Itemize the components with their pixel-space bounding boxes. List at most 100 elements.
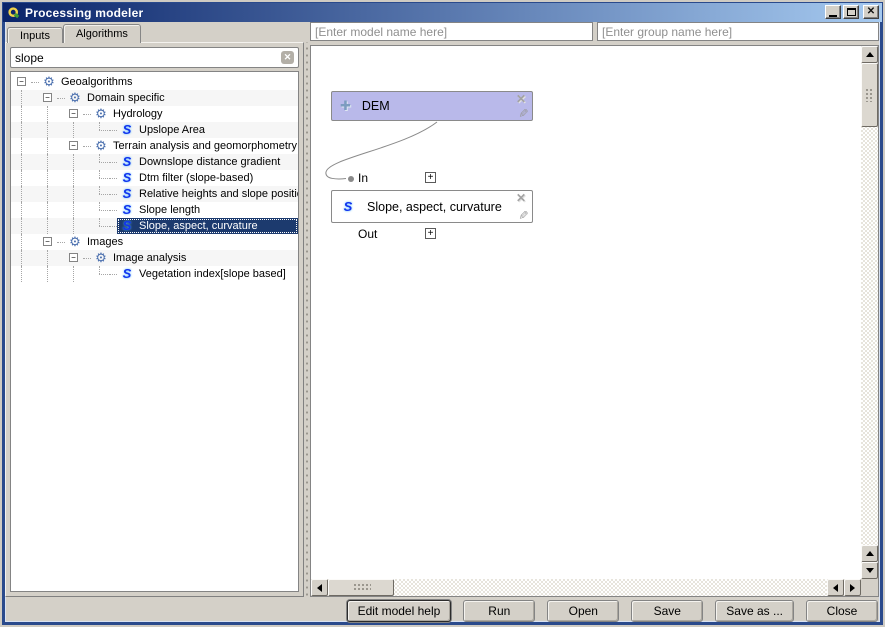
tree-leaf-connector [95,266,109,282]
tree-item-image-analysis[interactable]: − ⚙Image analysis [11,250,298,266]
tree-item-relative-heights-and-slope-positions[interactable]: SRelative heights and slope positions [11,186,298,202]
tree-item-content[interactable]: ⚙ Terrain analysis and geomorphometry [91,138,298,154]
in-port-expand-button[interactable]: + [425,172,436,183]
tree-item-label: Terrain analysis and geomorphometry [113,140,297,152]
tree-item-downslope-distance-gradient[interactable]: SDownslope distance gradient [11,154,298,170]
arrow-left-icon [833,584,838,592]
tree-item-content[interactable]: SDtm filter (slope-based) [117,170,298,186]
tree-item-content[interactable]: SUpslope Area [117,122,298,138]
collapse-toggle-icon[interactable]: − [69,253,78,262]
scroll-up-button[interactable] [861,46,878,63]
clear-search-icon[interactable]: ✕ [281,51,294,64]
close-icon: ✕ [867,7,875,17]
title-bar[interactable]: Processing modeler ✕ [3,3,882,22]
tree-item-content[interactable]: ⚙Image analysis [91,250,298,266]
tree-item-content[interactable]: S Slope, aspect, curvature [117,218,298,234]
tree-item-geoalgorithms[interactable]: − ⚙Geoalgorithms [11,74,298,90]
save-as-button[interactable]: Save as ... [715,600,794,622]
close-button[interactable]: ✕ [863,5,879,19]
scroll-up-button-bottom[interactable] [861,545,878,562]
tree-item-label: Slope, aspect, curvature [139,220,258,232]
gear-icon: ⚙ [67,91,83,105]
tree-item-slope-length[interactable]: SSlope length [11,202,298,218]
tree-item-slope-aspect-curvature[interactable]: S Slope, aspect, curvature [11,218,298,234]
tree-guide-line [17,170,43,186]
tree-item-terrain-analysis-and-geomorphometry[interactable]: − ⚙ Terrain analysis and geomorphometry [11,138,298,154]
model-canvas[interactable]: ✚ DEM ✕ ✎ In + S Slope, aspect, curvatur… [310,45,879,597]
tree-leaf-connector [95,122,109,138]
group-name-input[interactable] [597,22,879,41]
dialog-button-row: Edit model help Run Open Save Save as ... Clo… [347,600,878,622]
collapse-toggle-icon[interactable]: − [69,109,78,118]
scrollbar-corner [861,579,878,596]
save-button[interactable]: Save [631,600,703,622]
tree-guide-line [17,186,43,202]
edit-model-help-button[interactable]: Edit model help [347,600,452,622]
tree-item-hydrology[interactable]: − ⚙ Hydrology [11,106,298,122]
expand-slot: − [69,250,83,266]
canvas-horizontal-scrollbar[interactable] [311,579,861,596]
vertical-scroll-thumb[interactable] [861,63,878,127]
minimize-button[interactable] [825,5,841,19]
tree-item-label: Hydrology [113,108,163,120]
tree-item-content[interactable]: SDownslope distance gradient [117,154,298,170]
delete-node-icon[interactable]: ✕ [516,191,526,205]
maximize-button[interactable] [843,5,859,19]
qgis-logo-icon [7,6,21,20]
run-button[interactable]: Run [463,600,535,622]
tree-guide-line [17,202,43,218]
tree-item-upslope-area[interactable]: SUpslope Area [11,122,298,138]
tree-item-images[interactable]: − ⚙Images [11,234,298,250]
gear-icon: ⚙ [93,107,109,121]
expand-slot: − [69,106,83,122]
scroll-left-button[interactable] [311,579,328,596]
tree-item-dtm-filter-slope-based[interactable]: SDtm filter (slope-based) [11,170,298,186]
gear-icon: ⚙ [93,139,109,153]
tree-item-label: Images [87,236,123,248]
tree-item-vegetation-index-slope-based[interactable]: SVegetation index[slope based] [11,266,298,282]
model-input-node-dem[interactable]: ✚ DEM ✕ ✎ [331,91,533,121]
canvas-vertical-scrollbar[interactable] [861,46,878,579]
tab-inputs[interactable]: Inputs [7,27,63,43]
saga-algorithm-icon: S [119,219,135,233]
scroll-left-button-right[interactable] [827,579,844,596]
input-node-label: DEM [362,99,390,113]
tree-leaf-connector [95,154,109,170]
tree-item-content[interactable]: SRelative heights and slope positions [117,186,299,202]
edit-node-icon[interactable]: ✎ [516,210,530,220]
tree-guide-line [17,218,43,234]
horizontal-scroll-thumb[interactable] [328,579,394,596]
edit-node-icon[interactable]: ✎ [516,108,530,118]
collapse-toggle-icon[interactable]: − [43,237,52,246]
search-input[interactable] [15,51,281,65]
tree-item-content[interactable]: SVegetation index[slope based] [117,266,298,282]
collapse-toggle-icon[interactable]: − [69,141,78,150]
tree-guide-line [69,122,95,138]
arrow-up-icon [866,52,874,57]
tree-item-content[interactable]: ⚙Geoalgorithms [39,74,298,90]
tree-item-domain-specific[interactable]: − ⚙Domain specific [11,90,298,106]
close-button[interactable]: Close [806,600,878,622]
tree-item-content[interactable]: ⚙ Hydrology [91,106,298,122]
out-port-expand-button[interactable]: + [425,228,436,239]
tree-connector-line [109,194,117,195]
algorithm-node-slope-aspect-curvature[interactable]: S Slope, aspect, curvature ✕ ✎ [331,190,533,223]
collapse-toggle-icon[interactable]: − [43,93,52,102]
tree-connector-line [109,274,117,275]
tree-connector-line [83,114,91,115]
tree-guide-line [69,186,95,202]
scroll-down-button[interactable] [861,562,878,579]
tree-guide-line [43,122,69,138]
tree-item-content[interactable]: ⚙Images [65,234,298,250]
minimize-icon [829,15,837,17]
delete-node-icon[interactable]: ✕ [516,92,526,106]
tree-guide-line [17,90,43,106]
tree-connector-line [109,162,117,163]
open-button[interactable]: Open [547,600,619,622]
scroll-right-button[interactable] [844,579,861,596]
tree-item-content[interactable]: SSlope length [117,202,298,218]
model-name-input[interactable] [310,22,593,41]
tree-item-content[interactable]: ⚙Domain specific [65,90,298,106]
collapse-toggle-icon[interactable]: − [17,77,26,86]
tab-algorithms[interactable]: Algorithms [63,24,141,43]
